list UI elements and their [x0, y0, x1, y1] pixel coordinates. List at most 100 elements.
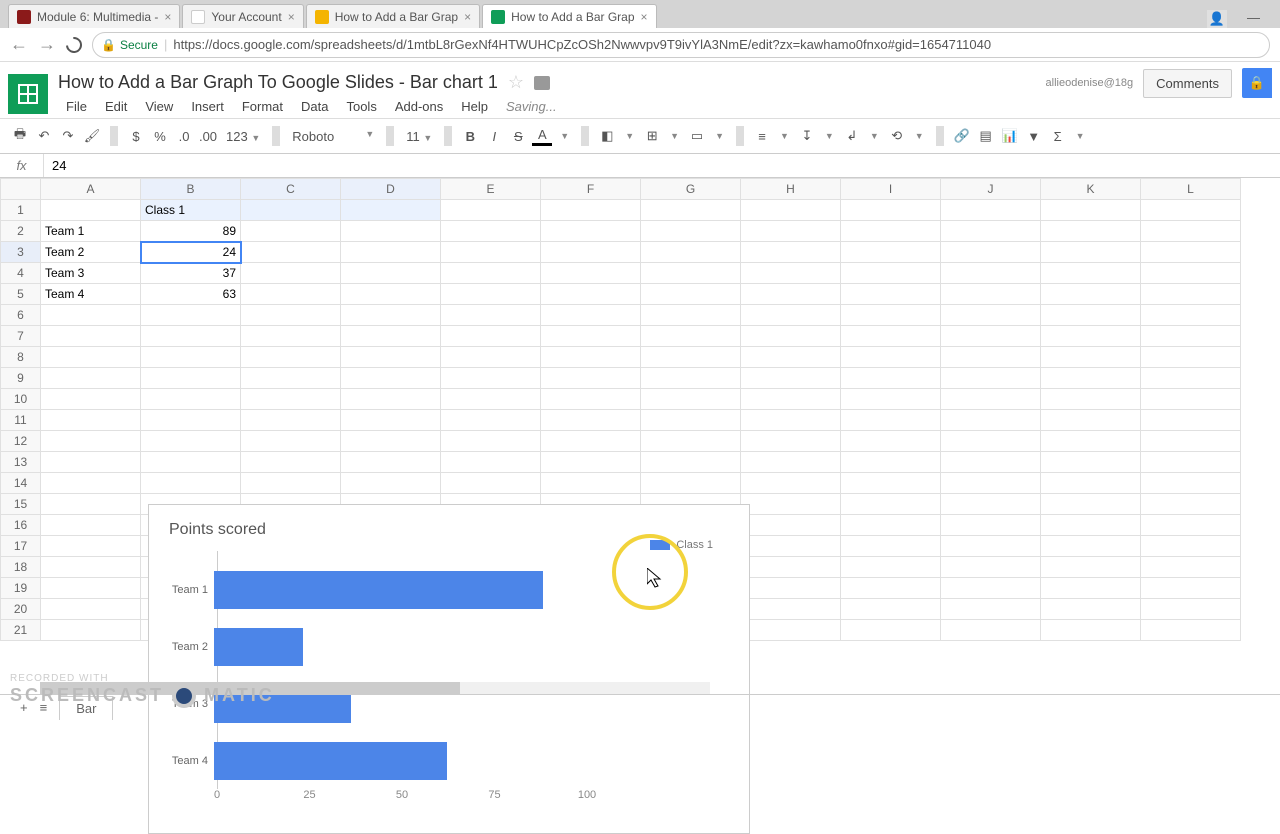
row-header[interactable]: 13	[1, 452, 41, 473]
cell-I16[interactable]	[841, 515, 941, 536]
cell-H10[interactable]	[741, 389, 841, 410]
cell-H9[interactable]	[741, 368, 841, 389]
cell-L12[interactable]	[1141, 431, 1241, 452]
cell-A17[interactable]	[41, 536, 141, 557]
browser-tab[interactable]: Your Account ×	[182, 4, 303, 28]
cell-C12[interactable]	[241, 431, 341, 452]
cell-B2[interactable]: 89	[141, 221, 241, 242]
embedded-chart[interactable]: Points scored Class 1 Team 1 Team 2 Team…	[148, 504, 750, 834]
currency-button[interactable]: $	[126, 124, 146, 148]
cell-E3[interactable]	[441, 242, 541, 263]
menu-addons[interactable]: Add-ons	[387, 95, 451, 118]
comments-button[interactable]: Comments	[1143, 69, 1232, 98]
cell-A6[interactable]	[41, 305, 141, 326]
cell-J11[interactable]	[941, 410, 1041, 431]
cell-K4[interactable]	[1041, 263, 1141, 284]
cell-C1[interactable]	[241, 200, 341, 221]
percent-button[interactable]: %	[150, 124, 170, 148]
cell-H16[interactable]	[741, 515, 841, 536]
chevron-down-icon[interactable]: ▼	[556, 131, 573, 141]
cell-L4[interactable]	[1141, 263, 1241, 284]
spreadsheet-grid[interactable]: ABCDEFGHIJKL1Class 12Team 1893Team 2244T…	[0, 178, 1280, 641]
menu-help[interactable]: Help	[453, 95, 496, 118]
cell-J15[interactable]	[941, 494, 1041, 515]
row-header[interactable]: 1	[1, 200, 41, 221]
cell-H12[interactable]	[741, 431, 841, 452]
column-header[interactable]: A	[41, 179, 141, 200]
row-header[interactable]: 11	[1, 410, 41, 431]
cell-I19[interactable]	[841, 578, 941, 599]
cell-L19[interactable]	[1141, 578, 1241, 599]
cell-I6[interactable]	[841, 305, 941, 326]
cell-F13[interactable]	[541, 452, 641, 473]
cell-L11[interactable]	[1141, 410, 1241, 431]
cell-D6[interactable]	[341, 305, 441, 326]
cell-I5[interactable]	[841, 284, 941, 305]
increase-decimal-button[interactable]: .00	[198, 124, 218, 148]
cell-B5[interactable]: 63	[141, 284, 241, 305]
cell-A3[interactable]: Team 2	[41, 242, 141, 263]
cell-I12[interactable]	[841, 431, 941, 452]
column-header[interactable]: B	[141, 179, 241, 200]
cell-E1[interactable]	[441, 200, 541, 221]
cell-B14[interactable]	[141, 473, 241, 494]
row-header[interactable]: 14	[1, 473, 41, 494]
cell-L10[interactable]	[1141, 389, 1241, 410]
cell-L15[interactable]	[1141, 494, 1241, 515]
cell-I17[interactable]	[841, 536, 941, 557]
cell-J6[interactable]	[941, 305, 1041, 326]
cell-D11[interactable]	[341, 410, 441, 431]
row-header[interactable]: 18	[1, 557, 41, 578]
cell-K20[interactable]	[1041, 599, 1141, 620]
row-header[interactable]: 8	[1, 347, 41, 368]
paint-format-icon[interactable]: 🖌	[82, 124, 102, 148]
minimize-button[interactable]: —	[1247, 10, 1260, 28]
font-size-dropdown[interactable]: 11 ▼	[402, 129, 436, 144]
row-header[interactable]: 6	[1, 305, 41, 326]
cell-I18[interactable]	[841, 557, 941, 578]
cell-H19[interactable]	[741, 578, 841, 599]
cell-H21[interactable]	[741, 620, 841, 641]
cell-B9[interactable]	[141, 368, 241, 389]
cell-G4[interactable]	[641, 263, 741, 284]
cell-G13[interactable]	[641, 452, 741, 473]
cell-G7[interactable]	[641, 326, 741, 347]
cell-I11[interactable]	[841, 410, 941, 431]
column-header[interactable]: C	[241, 179, 341, 200]
cell-A10[interactable]	[41, 389, 141, 410]
cell-B8[interactable]	[141, 347, 241, 368]
column-header[interactable]: J	[941, 179, 1041, 200]
h-align-button[interactable]: ≡	[752, 124, 772, 148]
close-icon[interactable]: ×	[288, 10, 295, 24]
menu-edit[interactable]: Edit	[97, 95, 135, 118]
cell-I13[interactable]	[841, 452, 941, 473]
cell-H8[interactable]	[741, 347, 841, 368]
cell-L7[interactable]	[1141, 326, 1241, 347]
cell-K8[interactable]	[1041, 347, 1141, 368]
cell-D8[interactable]	[341, 347, 441, 368]
cell-G3[interactable]	[641, 242, 741, 263]
redo-icon[interactable]: ↷	[58, 124, 78, 148]
close-icon[interactable]: ×	[464, 10, 471, 24]
cell-A12[interactable]	[41, 431, 141, 452]
url-input[interactable]: 🔒 Secure | https://docs.google.com/sprea…	[92, 32, 1270, 58]
cell-B1[interactable]: Class 1	[141, 200, 241, 221]
formula-input[interactable]: 24	[44, 158, 66, 173]
cell-J21[interactable]	[941, 620, 1041, 641]
cell-C10[interactable]	[241, 389, 341, 410]
bold-button[interactable]: B	[460, 124, 480, 148]
cell-D10[interactable]	[341, 389, 441, 410]
cell-G8[interactable]	[641, 347, 741, 368]
v-align-button[interactable]: ↧	[797, 124, 817, 148]
bar[interactable]	[214, 628, 303, 666]
decrease-decimal-button[interactable]: .0	[174, 124, 194, 148]
cell-B12[interactable]	[141, 431, 241, 452]
cell-H11[interactable]	[741, 410, 841, 431]
cell-E14[interactable]	[441, 473, 541, 494]
column-header[interactable]: G	[641, 179, 741, 200]
wrap-button[interactable]: ↲	[842, 124, 862, 148]
row-header[interactable]: 20	[1, 599, 41, 620]
cell-I21[interactable]	[841, 620, 941, 641]
cell-C14[interactable]	[241, 473, 341, 494]
folder-icon[interactable]	[534, 76, 550, 90]
